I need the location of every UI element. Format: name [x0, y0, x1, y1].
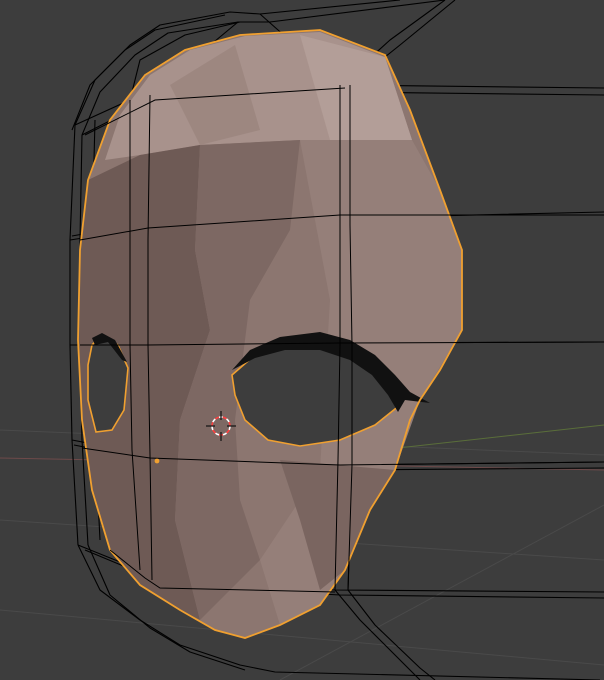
3d-viewport[interactable]: [0, 0, 604, 680]
object-origin-dot[interactable]: [154, 458, 160, 464]
viewport-canvas[interactable]: [0, 0, 604, 680]
